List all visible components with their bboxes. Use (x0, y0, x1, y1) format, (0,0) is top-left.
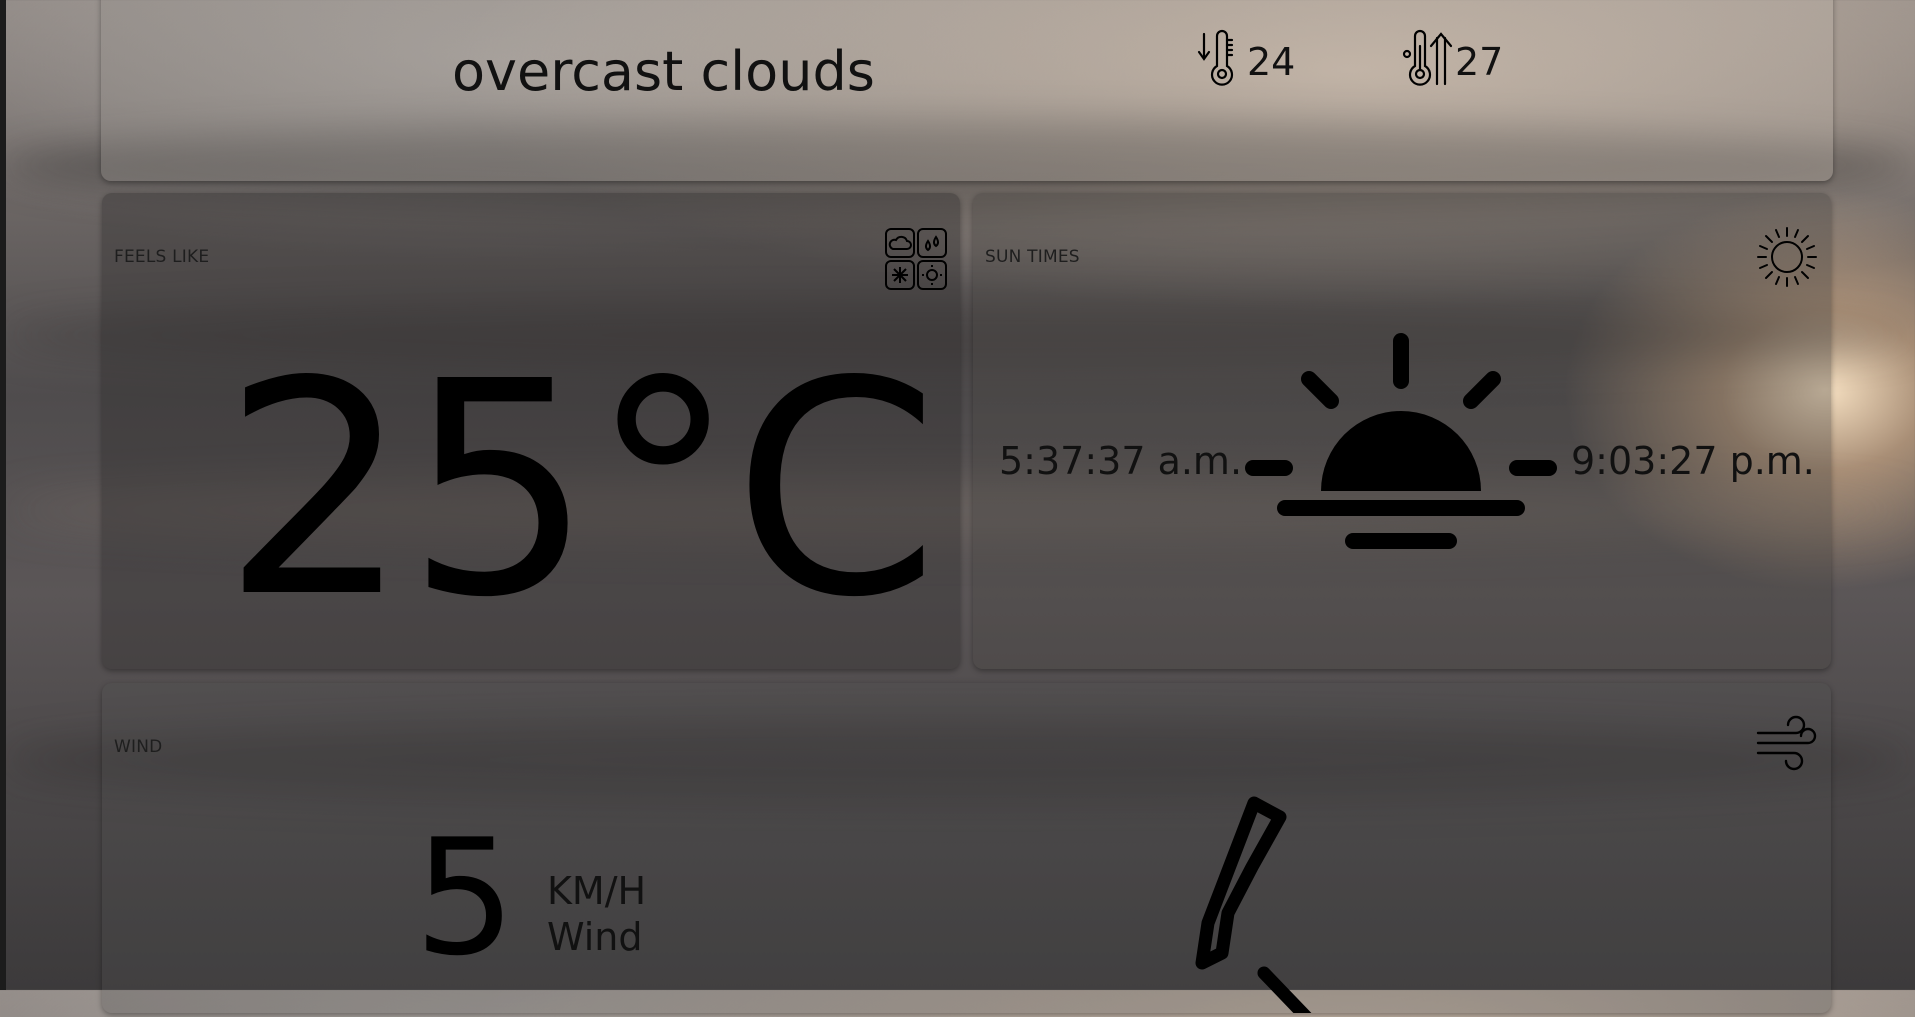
feels-like-temperature: 25°C (222, 318, 939, 662)
min-temperature-value: 24 (1247, 40, 1296, 84)
current-weather-card: overcast clouds 24 27 (101, 0, 1833, 181)
sunrise-icon (1243, 331, 1559, 585)
wind-unit-label: Wind (547, 915, 643, 959)
max-temperature-value: 27 (1455, 40, 1504, 84)
wind-label: WIND (114, 737, 163, 757)
thermometer-up-icon (1401, 28, 1453, 96)
sun-times-label: SUN TIMES (985, 247, 1080, 267)
weather-conditions-grid-icon (884, 227, 948, 295)
sun-icon (1754, 224, 1820, 294)
min-temperature: 24 (1197, 28, 1295, 96)
window-edge (0, 0, 6, 990)
feels-like-label: FEELS LIKE (114, 247, 210, 267)
weather-description: overcast clouds (452, 40, 875, 103)
wind-unit-speed: KM/H (547, 869, 647, 913)
feels-like-card: FEELS LIKE 25°C (102, 193, 960, 669)
wind-card: WIND 5 KM/H Wind (102, 683, 1831, 1017)
wind-unit: KM/H Wind (547, 868, 646, 960)
wind-direction-arrow-icon (1132, 793, 1352, 1017)
wind-speed-value: 5 (414, 804, 516, 991)
max-temperature: 27 (1401, 28, 1503, 96)
sun-times-card: SUN TIMES 5:37:37 a.m. 9:03:27 p.m. (973, 193, 1831, 669)
sunset-time: 9:03:27 p.m. (1571, 439, 1815, 483)
wind-icon (1754, 711, 1820, 781)
sunrise-time: 5:37:37 a.m. (999, 439, 1243, 483)
thermometer-down-icon (1197, 28, 1245, 96)
